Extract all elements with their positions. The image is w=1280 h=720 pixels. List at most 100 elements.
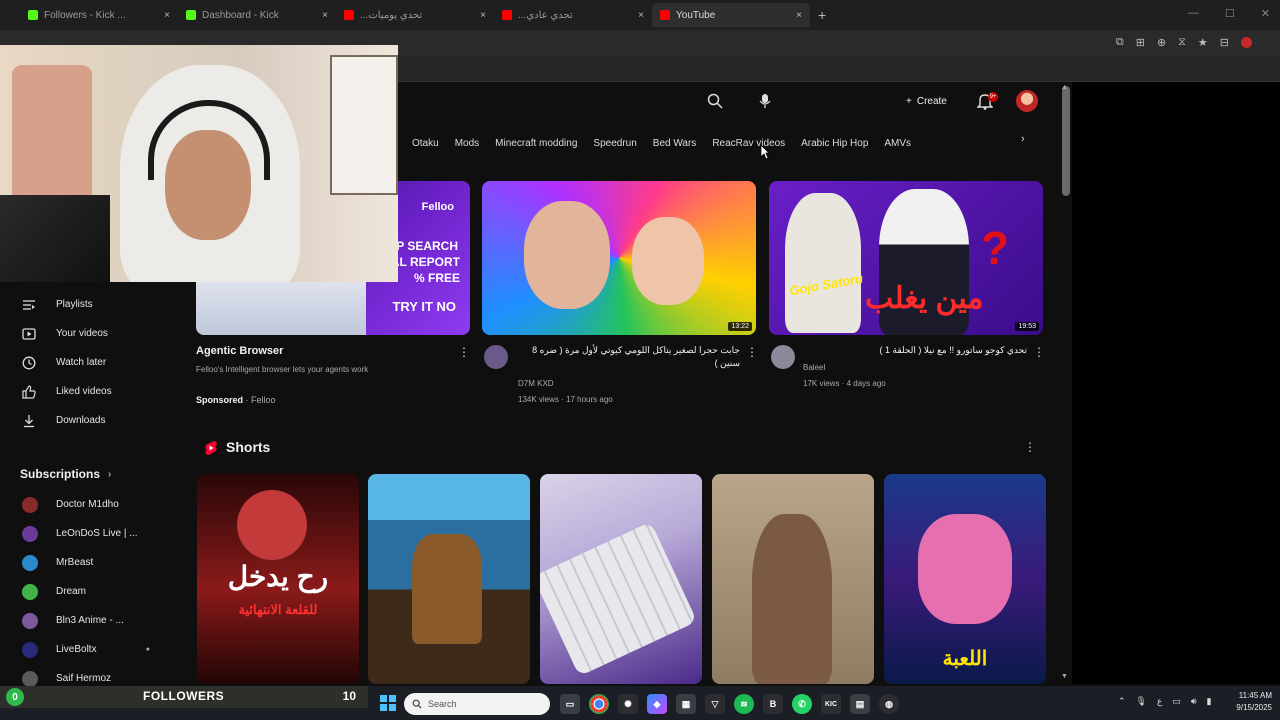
vlc-icon[interactable]: ▽ [705, 694, 725, 714]
subscription-item[interactable]: LiveBoltx ● [0, 635, 190, 664]
channel-avatar [22, 641, 38, 658]
tab-close-icon[interactable]: × [638, 10, 644, 21]
search-icon[interactable] [707, 93, 723, 109]
video-title[interactable]: Agentic Browser [196, 345, 283, 357]
chip[interactable]: Mods [447, 133, 487, 153]
subscription-item[interactable]: Doctor M1dho [0, 490, 190, 519]
face-left [524, 201, 610, 309]
shorts-more-options-icon[interactable]: ⋮ [1024, 440, 1036, 454]
short-card[interactable] [712, 474, 874, 684]
taskbar-search[interactable]: Search [404, 693, 550, 715]
start-tile [389, 695, 396, 702]
live-indicator-icon: ● [145, 646, 150, 653]
sidebar-item-liked-videos[interactable]: Liked videos [0, 377, 190, 406]
sidebar-item-your-videos[interactable]: Your videos [0, 319, 190, 348]
video-title[interactable]: جابت حجرا لصغير يتاكل اللومي كيوتي لأول … [514, 344, 740, 372]
extension-icon[interactable]: ⊞ [1136, 36, 1145, 49]
browser-tab[interactable]: ...تحدي عادي × [494, 3, 652, 27]
store-icon[interactable]: ▤ [850, 694, 870, 714]
task-view-icon[interactable]: ▭ [560, 694, 580, 714]
browser-tab[interactable]: Dashboard - Kick × [178, 3, 336, 27]
chip[interactable]: Arabic Hip Hop [793, 133, 876, 153]
sidebar-item-playlists[interactable]: Playlists [0, 290, 190, 319]
windows-start-icon[interactable] [380, 695, 396, 711]
mic-tray-icon[interactable]: 🎙︎ [1136, 696, 1147, 707]
more-options-icon[interactable]: ⋮ [458, 345, 470, 359]
tab-close-icon[interactable]: × [322, 10, 328, 21]
copilot-icon[interactable]: ◆ [647, 694, 667, 714]
chevron-up-icon[interactable]: ⌃ [1118, 696, 1126, 707]
chrome-icon[interactable] [589, 694, 609, 714]
sidebar-item-watch-later[interactable]: Watch later [0, 348, 190, 377]
bookmark-star-icon[interactable]: ★ [1198, 36, 1208, 49]
subscription-item[interactable]: Bln3 Anime - ... [0, 606, 190, 635]
minimize-icon[interactable]: — [1188, 7, 1199, 20]
chip[interactable]: Bed Wars [645, 133, 705, 153]
extension-icon[interactable]: ⧉ [1116, 36, 1124, 49]
video-title[interactable]: تحدي كوجو ساتورو !! مع نيلا ( الحلقة 1 ) [801, 344, 1028, 358]
sidebar-item-label: Downloads [56, 415, 106, 426]
chips-next-icon[interactable]: › [1021, 133, 1025, 145]
account-avatar[interactable] [1016, 90, 1038, 112]
browser-tab-active[interactable]: YouTube × [652, 3, 810, 27]
page-scrollbar-thumb[interactable] [1062, 86, 1070, 196]
channel-avatar[interactable] [771, 345, 795, 369]
spotify-icon[interactable]: ≋ [734, 694, 754, 714]
app-icon[interactable]: KIC [821, 694, 841, 714]
create-button[interactable]: + Create [898, 90, 964, 112]
obs-icon[interactable]: ◍ [879, 694, 899, 714]
subscription-item[interactable]: LeOnDoS Live | ... [0, 519, 190, 548]
tab-close-icon[interactable]: × [164, 10, 170, 21]
followers-goal-bar: 0 FOLLOWERS 10 [0, 686, 368, 708]
browser-tab[interactable]: Followers - Kick ... × [20, 3, 178, 27]
short-card[interactable]: اللعبة [884, 474, 1046, 684]
whatsapp-icon[interactable]: ✆ [792, 694, 812, 714]
short-card[interactable]: رح يدخل للقلعة الانتهائية [197, 474, 359, 684]
video-card[interactable]: ? Gojo Satoru مين يغلب 19:53 تحدي كوجو س… [769, 181, 1045, 411]
extension-icon[interactable]: ⊕ [1157, 36, 1166, 49]
volume-icon[interactable]: 🔊︎ [1191, 696, 1197, 707]
tab-close-icon[interactable]: × [480, 10, 486, 21]
start-tile [380, 704, 387, 711]
more-options-icon[interactable]: ⋮ [1033, 345, 1045, 359]
display-icon[interactable]: ▭ [1172, 696, 1181, 707]
short-card[interactable] [540, 474, 702, 684]
record-icon[interactable] [1241, 37, 1252, 48]
more-options-icon[interactable]: ⋮ [746, 345, 758, 359]
video-thumbnail[interactable]: 13:22 [482, 181, 756, 335]
sidebar-item-downloads[interactable]: Downloads [0, 406, 190, 435]
subscription-item[interactable]: MrBeast [0, 548, 190, 577]
language-indicator[interactable]: ع [1157, 696, 1162, 707]
scroll-up-icon[interactable]: ▲ [1061, 84, 1071, 91]
close-window-icon[interactable]: ✕ [1261, 7, 1270, 20]
advertiser-name[interactable]: Felloo [251, 395, 276, 405]
channel-name[interactable]: D7M KXD [518, 379, 554, 388]
ad-thumb-image [196, 281, 366, 335]
app-icon[interactable]: ▦ [676, 694, 696, 714]
chip[interactable]: ReacRav videos [704, 133, 793, 153]
chatgpt-icon[interactable]: ✺ [618, 694, 638, 714]
video-thumbnail[interactable]: ? Gojo Satoru مين يغلب 19:53 [769, 181, 1043, 335]
tab-close-icon[interactable]: × [796, 10, 802, 21]
maximize-icon[interactable]: ☐ [1225, 7, 1235, 20]
extensions-menu-icon[interactable]: ⊟ [1220, 36, 1229, 49]
chip[interactable]: Speedrun [585, 133, 644, 153]
video-card[interactable]: 13:22 جابت حجرا لصغير يتاكل اللومي كيوتي… [482, 181, 758, 411]
extension-icon[interactable]: ⧖ [1178, 36, 1186, 49]
chip[interactable]: Minecraft modding [487, 133, 585, 153]
subscription-item[interactable]: Dream [0, 577, 190, 606]
scroll-down-icon[interactable]: ▼ [1061, 673, 1071, 680]
mic-icon[interactable] [758, 93, 772, 109]
taskbar-clock[interactable]: 11:45 AM 9/15/2025 [1226, 690, 1272, 714]
battery-icon[interactable]: ▮ [1207, 696, 1212, 707]
channel-name[interactable]: Baleel [803, 363, 825, 372]
playlists-icon [23, 299, 35, 310]
b-app-icon[interactable]: B [763, 694, 783, 714]
new-tab-button[interactable]: + [818, 7, 826, 23]
chip[interactable]: Otaku [404, 133, 447, 153]
chip[interactable]: AMVs [876, 133, 919, 153]
subscriptions-heading[interactable]: Subscriptions › [20, 467, 111, 481]
short-card[interactable] [368, 474, 530, 684]
channel-avatar[interactable] [484, 345, 508, 369]
browser-tab[interactable]: ...تحدي يوميات × [336, 3, 494, 27]
